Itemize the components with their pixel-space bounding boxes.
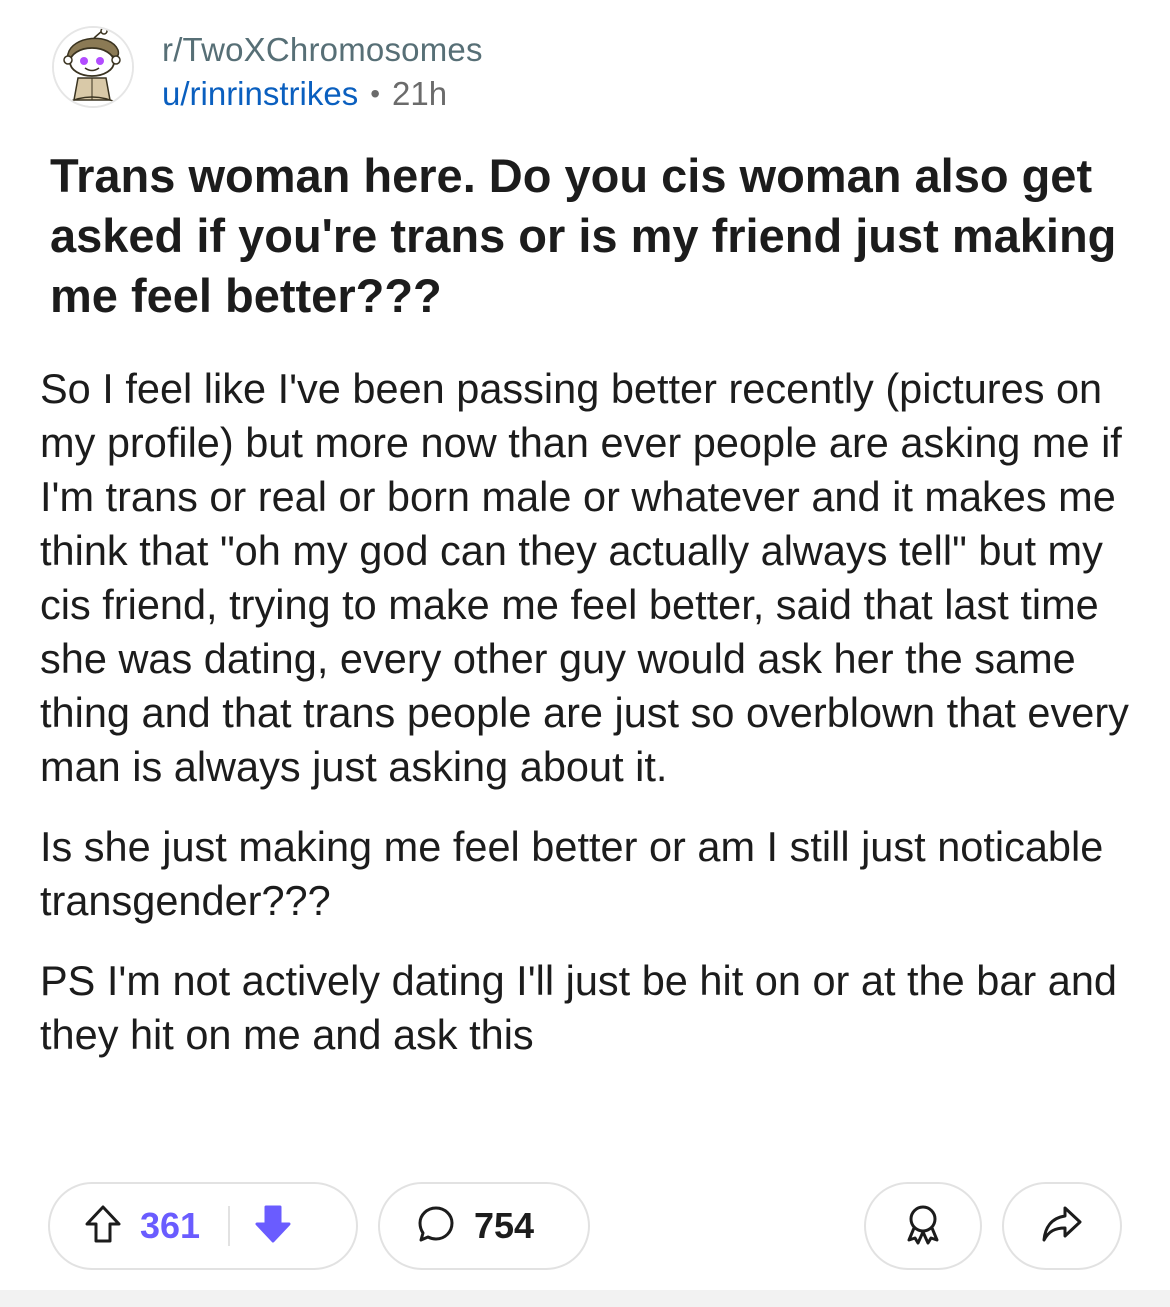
arrow-up-icon[interactable]: [84, 1204, 122, 1249]
author-username[interactable]: u/rinrinstrikes: [162, 74, 358, 114]
post-body: So I feel like I've been passing better …: [40, 362, 1140, 1088]
share-button[interactable]: [1002, 1182, 1122, 1270]
body-paragraph-1: So I feel like I've been passing better …: [40, 365, 1129, 790]
arrow-down-icon[interactable]: [254, 1204, 292, 1249]
post-card: r/TwoXChromosomes u/rinrinstrikes • 21h …: [0, 0, 1170, 1290]
award-icon: [901, 1202, 945, 1251]
subreddit-name[interactable]: r/TwoXChromosomes: [162, 30, 483, 70]
comment-count: 754: [474, 1205, 535, 1246]
post-title[interactable]: Trans woman here. Do you cis woman also …: [50, 146, 1130, 326]
snoo-avatar-icon: [54, 28, 132, 106]
body-paragraph-3: PS I'm not actively dating I'll just be …: [40, 957, 1117, 1058]
award-button[interactable]: [864, 1182, 982, 1270]
vote-divider: [228, 1206, 231, 1246]
vote-control: 361: [48, 1182, 358, 1270]
upvote-count: 361: [140, 1205, 201, 1246]
body-paragraph-2: Is she just making me feel better or am …: [40, 823, 1104, 924]
action-bar: 361 754: [48, 1182, 1122, 1274]
snoo-avatar[interactable]: [52, 26, 134, 108]
post-timestamp: 21h: [392, 75, 448, 112]
share-icon: [1040, 1202, 1084, 1251]
post-header: r/TwoXChromosomes u/rinrinstrikes • 21h: [52, 24, 483, 124]
post-meta: r/TwoXChromosomes u/rinrinstrikes • 21h: [162, 30, 483, 114]
bottom-divider: [0, 1290, 1170, 1307]
meta-separator: •: [370, 78, 381, 109]
comments-button[interactable]: 754: [378, 1182, 590, 1270]
author-line: u/rinrinstrikes • 21h: [162, 74, 483, 114]
comment-bubble-icon: [416, 1204, 456, 1249]
